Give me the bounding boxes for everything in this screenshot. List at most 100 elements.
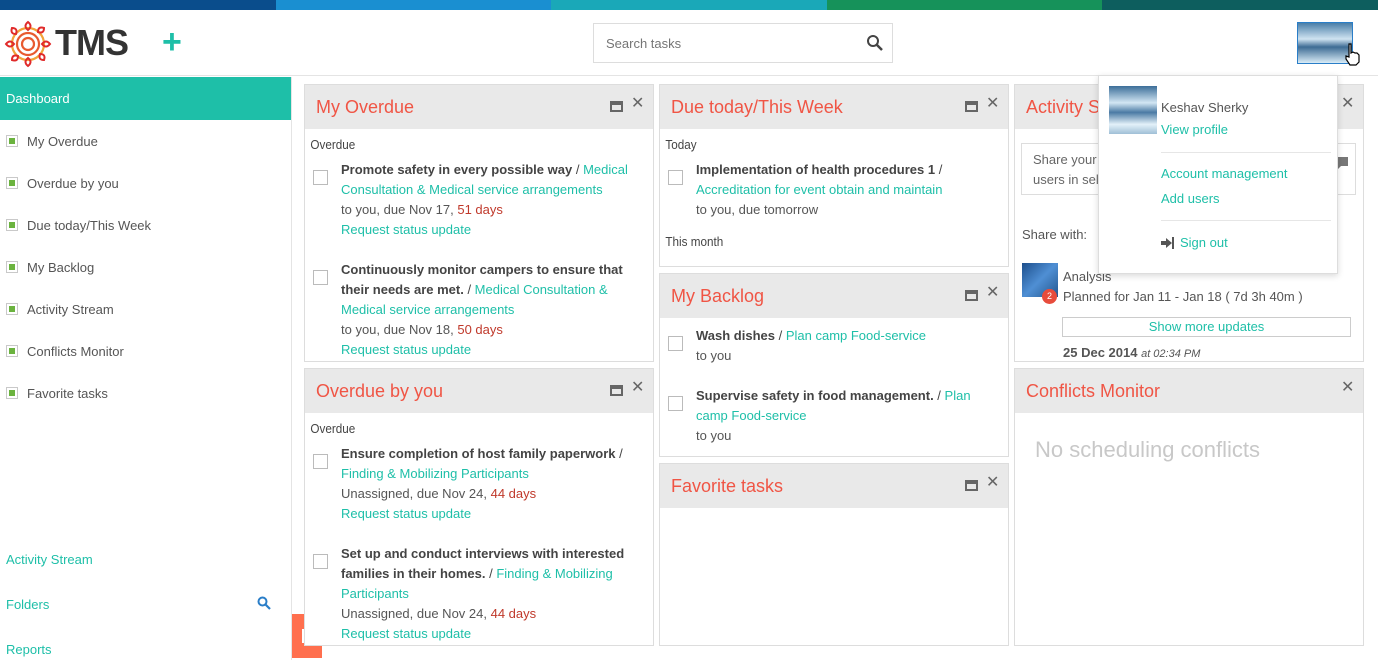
sidebar-item-label: Due today/This Week: [27, 217, 152, 233]
top-color-stripe: [0, 0, 1378, 10]
task-meta: to you: [696, 348, 732, 363]
update-detail: Planned for Jan 11 - Jan 18 ( 7d 3h 40m …: [1063, 289, 1303, 304]
sidebar-item-favorite-tasks[interactable]: Favorite tasks: [0, 372, 291, 414]
search-input[interactable]: [594, 24, 854, 62]
sign-out-link[interactable]: Sign out: [1180, 235, 1228, 250]
maximize-icon[interactable]: [965, 480, 978, 491]
widget-title: Favorite tasks: [671, 476, 784, 496]
widget-toggle-icon: [6, 177, 18, 189]
task-meta: to you: [696, 428, 732, 443]
stripe-segment: [275, 0, 552, 10]
task-meta: to you, due Nov 17,: [341, 202, 458, 217]
close-icon[interactable]: ✕: [986, 96, 1000, 112]
sidebar-item-label: Overdue by you: [27, 175, 119, 191]
sidebar-item-overdue-by-you[interactable]: Overdue by you: [0, 162, 291, 204]
task-item: Implementation of health procedures 1 / …: [660, 152, 1008, 220]
close-icon[interactable]: ✕: [1341, 380, 1355, 396]
request-status-update-link[interactable]: Request status update: [341, 506, 471, 521]
widget-title: Activity S: [1026, 97, 1101, 117]
logo-text: TMS: [55, 22, 129, 63]
task-project-link[interactable]: Accreditation for event obtain and maint…: [696, 182, 942, 197]
sidebar-item-conflicts-monitor[interactable]: Conflicts Monitor: [0, 330, 291, 372]
task-checkbox[interactable]: [313, 554, 328, 569]
add-task-button[interactable]: +: [162, 24, 182, 60]
widget-title: Due today/This Week: [671, 97, 843, 117]
widget-overdue-by-you: Overdue by you ✕ Overdue Ensure completi…: [304, 368, 654, 646]
close-icon[interactable]: ✕: [631, 96, 645, 112]
link-reports[interactable]: Reports: [0, 627, 292, 672]
task-name[interactable]: Ensure completion of host family paperwo…: [341, 446, 616, 461]
task-checkbox[interactable]: [668, 336, 683, 351]
view-profile-link[interactable]: View profile: [1161, 122, 1228, 137]
request-status-update-link[interactable]: Request status update: [341, 342, 471, 357]
task-separator: /: [615, 446, 623, 461]
task-name[interactable]: Wash dishes: [696, 328, 775, 343]
sidebar-item-due-today[interactable]: Due today/This Week: [0, 204, 291, 246]
close-icon[interactable]: ✕: [986, 285, 1000, 301]
stripe-segment: [0, 0, 276, 10]
sidebar-item-dashboard[interactable]: Dashboard: [0, 77, 291, 120]
task-checkbox[interactable]: [668, 396, 683, 411]
stripe-segment: [551, 0, 827, 10]
update-time: at 02:34 PM: [1141, 348, 1201, 360]
link-folders[interactable]: Folders: [0, 582, 292, 627]
notification-badge: 2: [1042, 289, 1057, 304]
folder-search-icon[interactable]: [257, 596, 271, 610]
link-activity-stream[interactable]: Activity Stream: [0, 537, 292, 582]
task-project-link[interactable]: Plan camp Food-service: [786, 328, 926, 343]
task-project-link[interactable]: Finding & Mobilizing Participants: [341, 466, 529, 481]
request-status-update-link[interactable]: Request status update: [341, 222, 471, 237]
widget-my-backlog: My Backlog ✕ Wash dishes / Plan camp Foo…: [659, 273, 1009, 457]
task-overdue-days: 51 days: [457, 202, 503, 217]
logo-icon[interactable]: [2, 18, 54, 70]
widget-title: My Backlog: [671, 286, 765, 306]
task-name[interactable]: Implementation of health procedures 1: [696, 162, 935, 177]
close-icon[interactable]: ✕: [631, 380, 645, 396]
close-icon[interactable]: ✕: [986, 475, 1000, 491]
sidebar-item-activity-stream[interactable]: Activity Stream: [0, 288, 291, 330]
sidebar-item-my-backlog[interactable]: My Backlog: [0, 246, 291, 288]
stripe-segment: [826, 0, 1103, 10]
close-icon[interactable]: ✕: [1341, 96, 1355, 112]
task-overdue-days: 44 days: [490, 606, 537, 621]
menu-divider: [1161, 152, 1331, 153]
task-meta: to you, due Nov 18,: [341, 322, 458, 337]
account-management-link[interactable]: Account management: [1161, 166, 1287, 181]
sidebar-item-label: My Overdue: [27, 133, 98, 149]
sidebar-item-label: Activity Stream: [27, 301, 114, 317]
maximize-icon[interactable]: [965, 290, 978, 301]
widget-header: Due today/This Week ✕: [660, 85, 1008, 129]
task-checkbox[interactable]: [313, 454, 328, 469]
task-item: Ensure completion of host family paperwo…: [305, 436, 653, 524]
user-menu-avatar: [1109, 86, 1157, 134]
task-item: Set up and conduct interviews with inter…: [305, 524, 653, 644]
widget-due-today: Due today/This Week ✕ Today Implementati…: [659, 84, 1009, 267]
widget-header: My Overdue ✕: [305, 85, 653, 129]
widget-header: My Backlog ✕: [660, 274, 1008, 318]
add-users-link[interactable]: Add users: [1161, 191, 1220, 206]
task-name[interactable]: Supervise safety in food management.: [696, 388, 934, 403]
task-separator: /: [463, 282, 475, 297]
sidebar-item-my-overdue[interactable]: My Overdue: [0, 120, 291, 162]
task-checkbox[interactable]: [313, 270, 328, 285]
task-name[interactable]: Promote safety in every possible way: [341, 162, 572, 177]
user-name: Keshav Sherky: [1161, 100, 1249, 115]
widget-toggle-icon: [6, 345, 18, 357]
widget-header: Conflicts Monitor ✕: [1015, 369, 1363, 413]
maximize-icon[interactable]: [610, 101, 623, 112]
task-checkbox[interactable]: [668, 170, 683, 185]
widget-toggle-icon: [6, 261, 18, 273]
stripe-segment: [1102, 0, 1378, 10]
request-status-update-link[interactable]: Request status update: [341, 626, 471, 641]
search-icon[interactable]: [866, 34, 884, 52]
menu-divider: [1161, 220, 1331, 221]
task-checkbox[interactable]: [313, 170, 328, 185]
show-more-updates-button[interactable]: Show more updates: [1062, 317, 1351, 337]
sidebar-item-label: Favorite tasks: [27, 385, 108, 401]
section-label: This month: [665, 234, 724, 249]
sidebar-item-label: Conflicts Monitor: [27, 343, 124, 359]
maximize-icon[interactable]: [610, 385, 623, 396]
widget-toggle-icon: [6, 219, 18, 231]
widget-toggle-icon: [6, 135, 18, 147]
maximize-icon[interactable]: [965, 101, 978, 112]
